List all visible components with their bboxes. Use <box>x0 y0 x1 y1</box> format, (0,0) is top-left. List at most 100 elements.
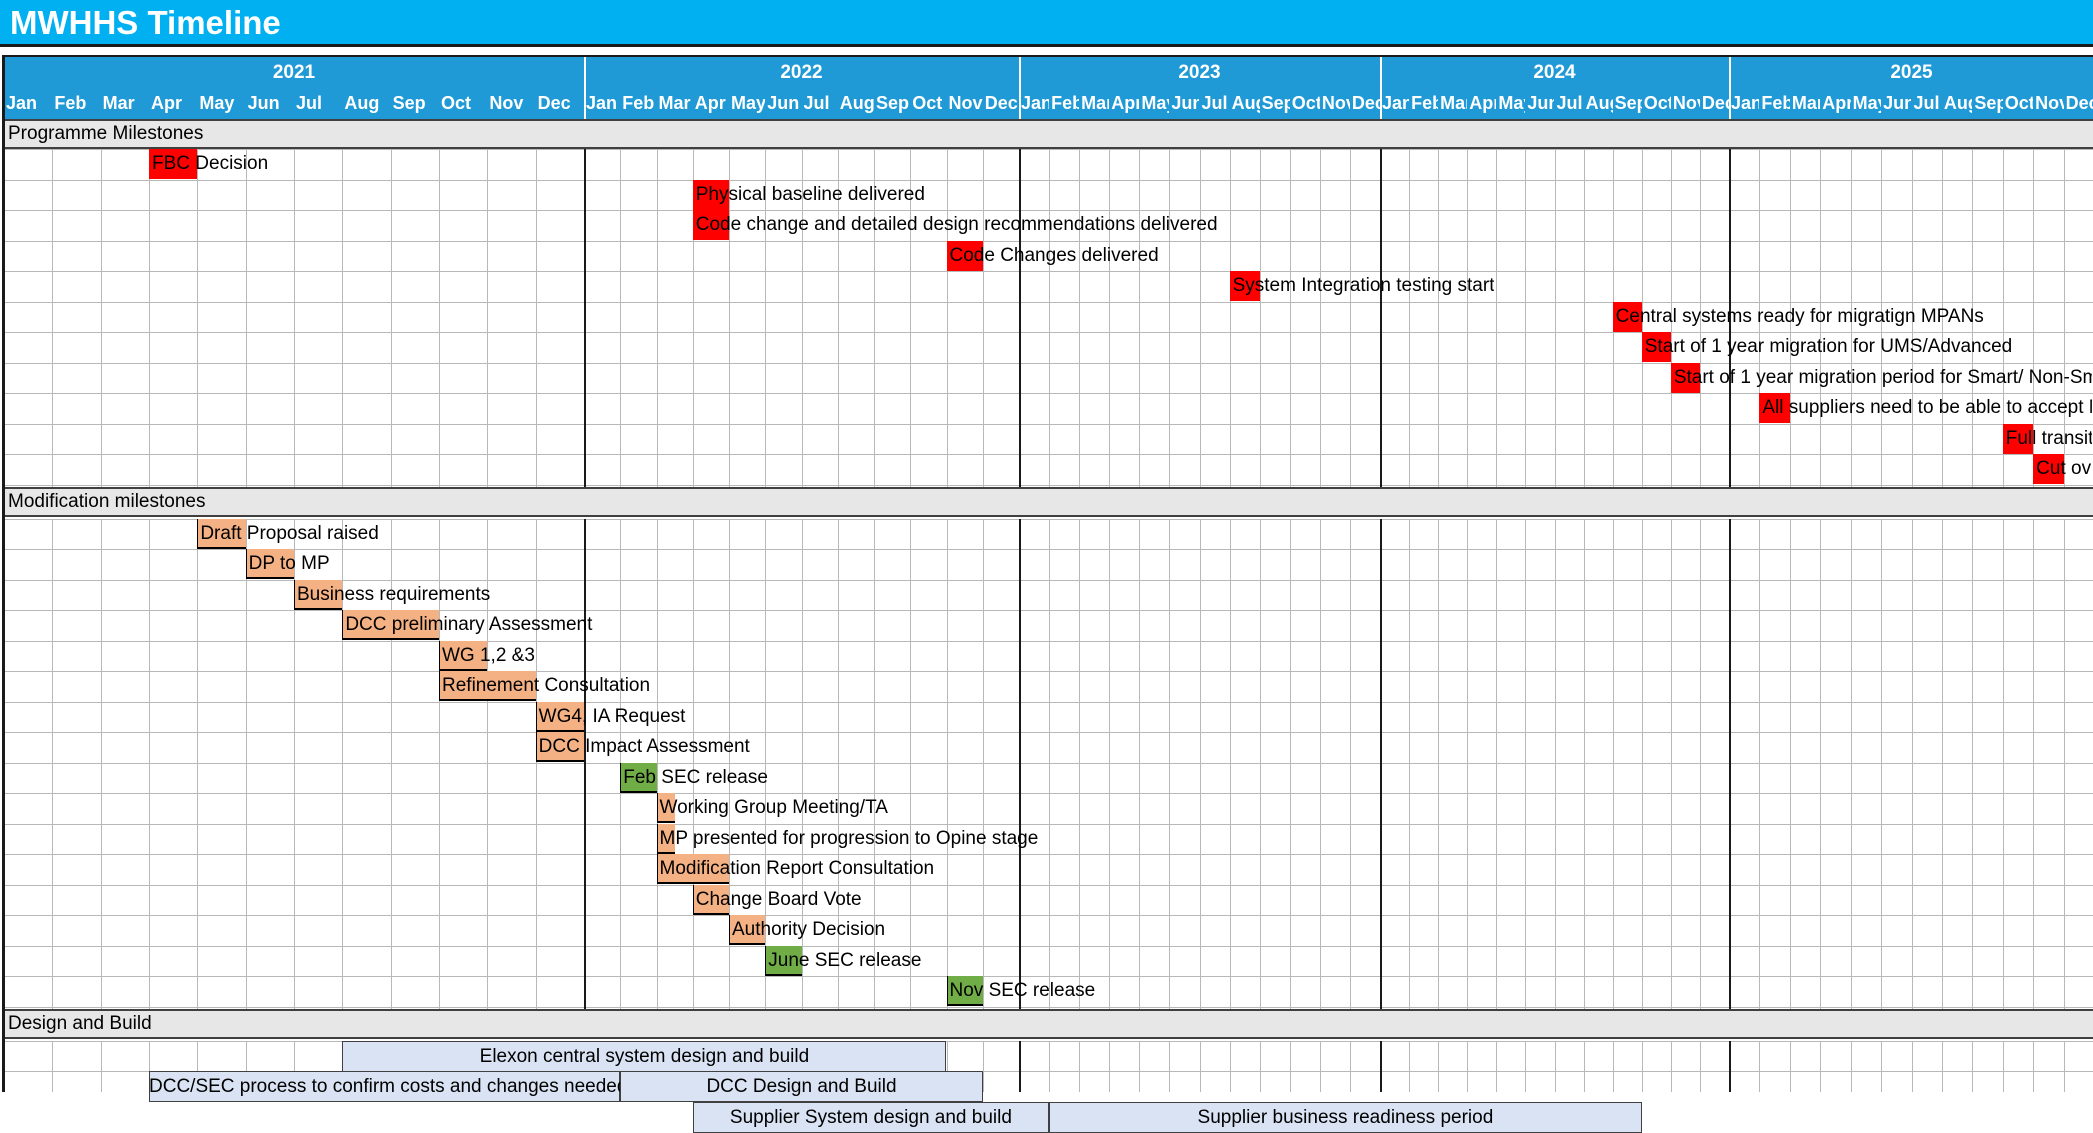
month-label: Feb <box>1051 93 1080 113</box>
grid-column-line <box>1467 149 1469 487</box>
month-label: Nov <box>948 93 983 113</box>
grid-column-line <box>1789 1040 1791 1092</box>
grid-column-line <box>1911 518 1913 1009</box>
year-divider <box>584 518 586 1009</box>
month-label: Dec <box>1701 93 1729 113</box>
grid-column-line <box>1079 1040 1081 1092</box>
grid-column-line <box>1438 518 1440 1009</box>
year-header-divider <box>584 57 586 119</box>
year-divider <box>1019 518 1021 1009</box>
grid-column-line <box>100 1040 102 1092</box>
milestone-label: Start of 1 year migration period for Sma… <box>1673 366 2092 388</box>
milestone-label: Start of 1 year migration for UMS/Advanc… <box>1644 336 2013 357</box>
grid-column-line <box>1850 518 1852 1009</box>
grid-column-line <box>656 149 658 487</box>
milestone-label: FBC Decision <box>152 153 269 174</box>
grid-column-line <box>1169 1040 1171 1092</box>
year-label: 2021 <box>272 62 316 83</box>
grid-column-line <box>1554 518 1556 1009</box>
grid-column-line <box>1289 518 1291 1009</box>
month-label: Feb <box>1761 93 1790 113</box>
grid-column-line <box>342 149 344 487</box>
grid-column-line <box>1049 518 1051 1009</box>
year-divider <box>1019 149 1021 487</box>
month-label: May <box>1852 93 1881 113</box>
month-label: Apr <box>1822 93 1851 113</box>
grid-column-line <box>1467 518 1469 1009</box>
grid-column-line <box>1079 518 1081 1009</box>
grid-column-line <box>2033 1040 2035 1092</box>
year-divider <box>1380 518 1382 1009</box>
section-design <box>4 1008 2093 1039</box>
grid-column-line <box>149 518 150 1009</box>
month-label: Mar <box>1440 93 1467 113</box>
grid-column-line <box>1229 1040 1231 1092</box>
modification-label: DCC preliminary Assessment <box>345 614 593 635</box>
grid-column-line <box>1820 518 1822 1009</box>
modification-label: Business requirements <box>297 583 491 605</box>
month-label: Aug <box>839 93 874 113</box>
grid-column-line <box>1641 1040 1643 1092</box>
month-label: Nov <box>1321 93 1350 113</box>
grid-column-line <box>1820 1040 1822 1092</box>
month-label: Jan <box>1731 93 1760 113</box>
milestone-label: All suppliers need to be able to accept … <box>1762 397 2092 418</box>
grid-column-line <box>1349 149 1351 487</box>
month-label: Nov <box>2035 93 2063 113</box>
year-divider <box>584 149 586 487</box>
grid-column-line <box>1049 1040 1051 1092</box>
grid-column-line <box>1641 518 1643 1009</box>
month-label: Feb <box>622 93 655 113</box>
milestone-label: Full transitio <box>2005 427 2092 449</box>
grid-column-line <box>1972 518 1974 1009</box>
month-label: Sep <box>1614 93 1642 113</box>
month-label: Mar <box>1791 93 1820 113</box>
grid-column-line <box>1199 1040 1201 1092</box>
year-header-divider <box>1380 57 1382 119</box>
month-label: Feb <box>1411 93 1439 113</box>
modification-label: Authority Decision <box>732 919 886 940</box>
grid-column-line <box>1139 1040 1141 1092</box>
grid-column-line <box>1109 1040 1111 1092</box>
grid-column-line <box>149 149 150 487</box>
grid-column-line <box>2002 518 2004 1009</box>
month-label: Sep <box>1974 93 2003 113</box>
modification-label: Working Group Meeting/TA <box>659 797 888 818</box>
milestone-label: Cut over t <box>2036 458 2092 479</box>
milestone-label: Code change and detailed design recommen… <box>695 214 1218 235</box>
build-label: DCC Design and Build <box>706 1076 897 1097</box>
grid-column-line <box>946 149 948 487</box>
modification-label: Feb SEC release <box>623 766 768 788</box>
grid-column-line <box>1259 518 1261 1009</box>
title-bar <box>0 0 2093 47</box>
modification-label: Change Board Vote <box>695 888 862 910</box>
grid-column-line <box>1438 149 1440 487</box>
month-label: Jun <box>1883 93 1912 113</box>
year-label: 2023 <box>1178 62 1221 83</box>
grid-column-line <box>982 149 984 487</box>
section-label: Programme Milestones <box>8 123 204 144</box>
grid-column-line <box>1911 1040 1913 1092</box>
chart-top-border <box>2 55 2093 57</box>
modification-label: Nov SEC release <box>949 980 1096 1001</box>
grid-column-line <box>1881 1040 1883 1092</box>
modification-label: WG4, IA Request <box>538 705 686 727</box>
build-label: Elexon central system design and build <box>479 1045 810 1067</box>
month-label: Dec <box>1351 93 1380 113</box>
year-divider <box>1729 1040 1731 1092</box>
month-label: Jun <box>1527 93 1555 113</box>
month-label: Jan <box>1021 93 1050 113</box>
grid-column-line <box>2063 518 2065 1009</box>
grid-column-line <box>1259 1040 1261 1092</box>
month-label: Nov <box>1672 93 1700 113</box>
grid-column-line <box>390 149 392 487</box>
build-label: Supplier System design and build <box>729 1106 1012 1128</box>
grid-column-line <box>1759 518 1761 1009</box>
month-label: Mar <box>102 93 135 113</box>
grid-column-line <box>52 1040 54 1092</box>
grid-column-line <box>1670 1040 1672 1092</box>
section-label: Modification milestones <box>8 490 206 512</box>
grid-column-line <box>1583 149 1585 487</box>
chart-left-border <box>2 55 5 1092</box>
grid-column-line <box>1319 1040 1321 1092</box>
